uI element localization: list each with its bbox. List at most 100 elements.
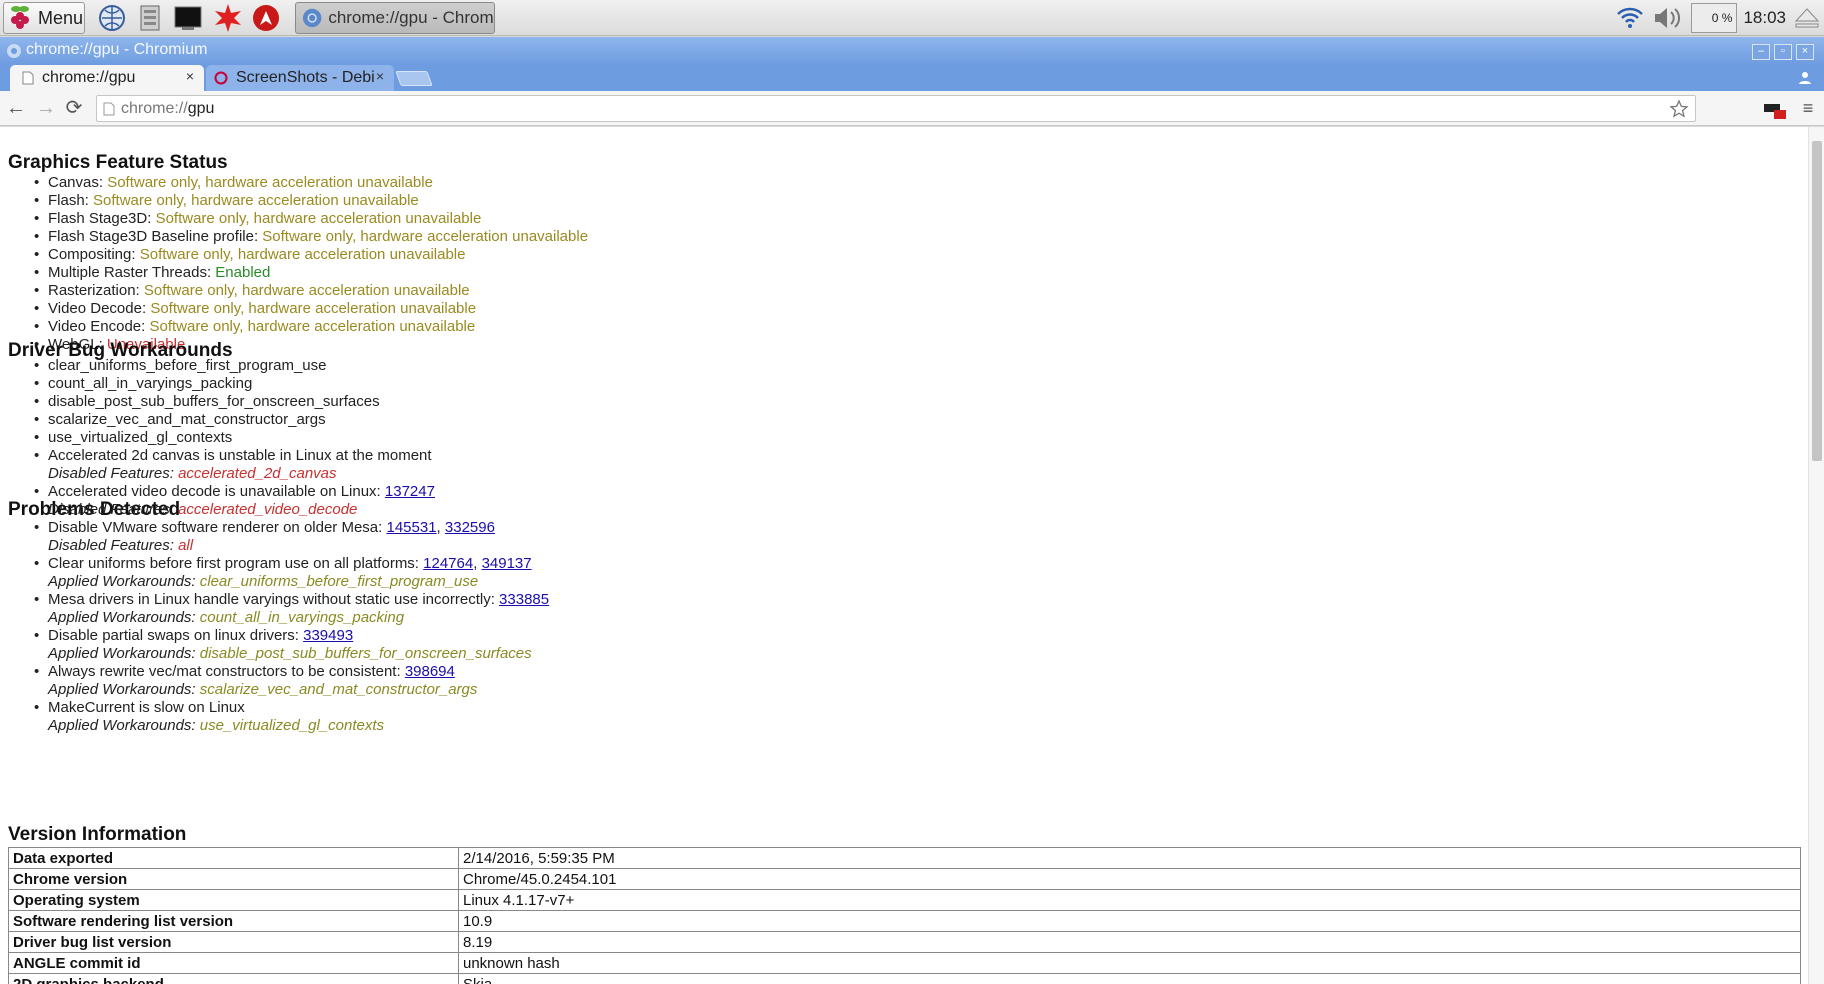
problem-text: Mesa drivers in Linux handle varyings wi… (48, 591, 500, 608)
bookmark-star-icon[interactable] (1669, 99, 1689, 119)
detail-value: count_all_in_varyings_packing (199, 609, 405, 626)
mathematica-launcher-icon[interactable] (212, 3, 244, 33)
version-value: 10.9 (458, 910, 1801, 932)
web-browser-launcher-icon[interactable] (96, 3, 128, 33)
bug-link[interactable]: 398694 (405, 663, 455, 680)
address-bar[interactable]: chrome://gpu (96, 95, 1696, 122)
problem-item: Disable partial swaps on linux drivers: … (34, 627, 549, 645)
wolfram-launcher-icon[interactable] (250, 3, 282, 33)
bug-link[interactable]: 124764 (423, 555, 473, 572)
workaround-item: disable_post_sub_buffers_for_onscreen_su… (34, 393, 380, 411)
eject-icon[interactable] (1794, 6, 1820, 30)
problem-item: Always rewrite vec/mat constructors to b… (34, 663, 549, 681)
version-value: Chrome/45.0.2454.101 (458, 868, 1801, 890)
version-key: Operating system (8, 889, 459, 911)
tab-chrome-gpu[interactable]: chrome://gpu × (10, 65, 204, 91)
taskbar-window-title: chrome://gpu - Chrom... (328, 8, 494, 27)
feature-status: Software only, hardware acceleration una… (150, 300, 477, 317)
detail-value: disable_post_sub_buffers_for_onscreen_su… (199, 645, 532, 662)
feature-name: Video Decode: (48, 300, 151, 317)
tab-label: ScreenShots - Debi (236, 69, 375, 86)
workaround-item: clear_uniforms_before_first_program_use (34, 357, 380, 375)
file-manager-launcher-icon[interactable] (134, 3, 166, 33)
version-key: 2D graphics backend (8, 973, 459, 984)
cpu-usage-monitor[interactable]: 0 % (1691, 3, 1738, 33)
problem-detail: Applied Workarounds: disable_post_sub_bu… (48, 645, 549, 663)
version-value: Linux 4.1.17-v7+ (458, 889, 1801, 911)
detail-label: Disabled Features: (48, 501, 179, 518)
extension-icon[interactable] (1762, 99, 1788, 121)
feature-status: Enabled (215, 264, 271, 281)
problem-item: Disable VMware software renderer on olde… (34, 519, 549, 537)
forward-arrow-icon[interactable]: → (34, 97, 58, 121)
feature-name: Rasterization: (48, 282, 144, 299)
tab-strip: chrome://gpu × ScreenShots - Debi × (0, 65, 1824, 91)
wifi-icon[interactable] (1615, 5, 1645, 31)
problem-item: Clear uniforms before first program use … (34, 555, 549, 573)
page-icon (22, 71, 34, 85)
close-window-button[interactable]: × (1796, 44, 1814, 60)
bug-link[interactable]: 349137 (482, 555, 532, 572)
workaround-item: count_all_in_varyings_packing (34, 375, 380, 393)
detail-value: use_virtualized_gl_contexts (199, 717, 385, 734)
version-table: Data exported 2/14/2016, 5:59:35 PM Chrome… (8, 847, 1801, 984)
volume-icon[interactable] (1651, 5, 1685, 31)
tab-screenshots[interactable]: ScreenShots - Debi × (206, 65, 394, 91)
graphics-feature-status-heading: Graphics Feature Status (8, 152, 228, 173)
feature-name: Flash Stage3D: (48, 210, 156, 227)
problem-text: Always rewrite vec/mat constructors to b… (48, 663, 405, 680)
new-tab-button[interactable] (395, 71, 433, 86)
problem-detail: Disabled Features: all (48, 537, 549, 555)
bug-link[interactable]: 145531 (386, 519, 436, 536)
bug-link[interactable]: 339493 (303, 627, 353, 644)
close-tab-icon[interactable]: × (186, 68, 194, 84)
vertical-scrollbar[interactable] (1808, 127, 1824, 984)
maximize-button[interactable]: ▫ (1774, 44, 1792, 60)
menu-hamburger-icon[interactable]: ≡ (1796, 97, 1820, 121)
profile-icon[interactable] (1796, 69, 1814, 87)
taskbar-window-button[interactable]: chrome://gpu - Chrom... (295, 2, 495, 34)
scrollbar-thumb[interactable] (1812, 141, 1822, 461)
detail-label: Disabled Features: (48, 537, 179, 554)
problem-text: Disable partial swaps on linux drivers: (48, 627, 304, 644)
feature-name: Flash Stage3D Baseline profile: (48, 228, 263, 245)
version-row: Data exported 2/14/2016, 5:59:35 PM (8, 847, 1801, 869)
problem-text: Clear uniforms before first program use … (48, 555, 424, 572)
feature-status: Software only, hardware acceleration una… (93, 192, 419, 209)
reload-icon[interactable]: ⟳ (62, 97, 86, 121)
bug-link[interactable]: 333885 (499, 591, 549, 608)
workaround-item: scalarize_vec_and_mat_constructor_args (34, 411, 380, 429)
feature-name: Compositing: (48, 246, 140, 263)
detail-label: Applied Workarounds: (48, 609, 200, 626)
version-key: Driver bug list version (8, 931, 459, 953)
terminal-launcher-icon[interactable] (172, 3, 204, 33)
close-tab-icon[interactable]: × (376, 68, 384, 84)
problem-item: Accelerated video decode is unavailable … (34, 483, 549, 501)
browser-toolbar: ← → ⟳ chrome://gpu ≡ (0, 91, 1824, 126)
problem-item: Mesa drivers in Linux handle varyings wi… (34, 591, 549, 609)
back-arrow-icon[interactable]: ← (4, 97, 28, 121)
detail-label: Applied Workarounds: (48, 717, 200, 734)
menu-button[interactable]: Menu (3, 2, 85, 34)
chromium-icon (7, 44, 21, 58)
taskbar: Menu chrome://gpu - Chrom... 0 % 18:03 (0, 0, 1824, 36)
feature-status: Software only, hardware acceleration una… (107, 174, 433, 191)
minimize-button[interactable]: – (1752, 44, 1770, 60)
feature-name: Video Encode: (48, 318, 150, 335)
clock[interactable]: 18:03 (1743, 8, 1786, 28)
window-title: chrome://gpu - Chromium (26, 41, 208, 58)
version-row: Operating system Linux 4.1.17-v7+ (8, 889, 1801, 911)
window-titlebar[interactable]: chrome://gpu - Chromium – ▫ × (0, 37, 1824, 65)
detail-label: Applied Workarounds: (48, 573, 200, 590)
graphics-feature-list: Canvas: Software only, hardware accelera… (34, 174, 588, 354)
feature-status-item: Canvas: Software only, hardware accelera… (34, 174, 588, 192)
bug-link[interactable]: 137247 (385, 483, 435, 500)
problem-detail: Applied Workarounds: scalarize_vec_and_m… (48, 681, 549, 699)
version-value: 8.19 (458, 931, 1801, 953)
menu-label: Menu (38, 7, 84, 28)
bug-link[interactable]: 332596 (445, 519, 495, 536)
detail-value: accelerated_2d_canvas (178, 465, 337, 482)
problem-detail: Disabled Features: accelerated_2d_canvas (48, 465, 549, 483)
url-text: chrome://gpu (121, 100, 214, 118)
workaround-item: use_virtualized_gl_contexts (34, 429, 380, 447)
